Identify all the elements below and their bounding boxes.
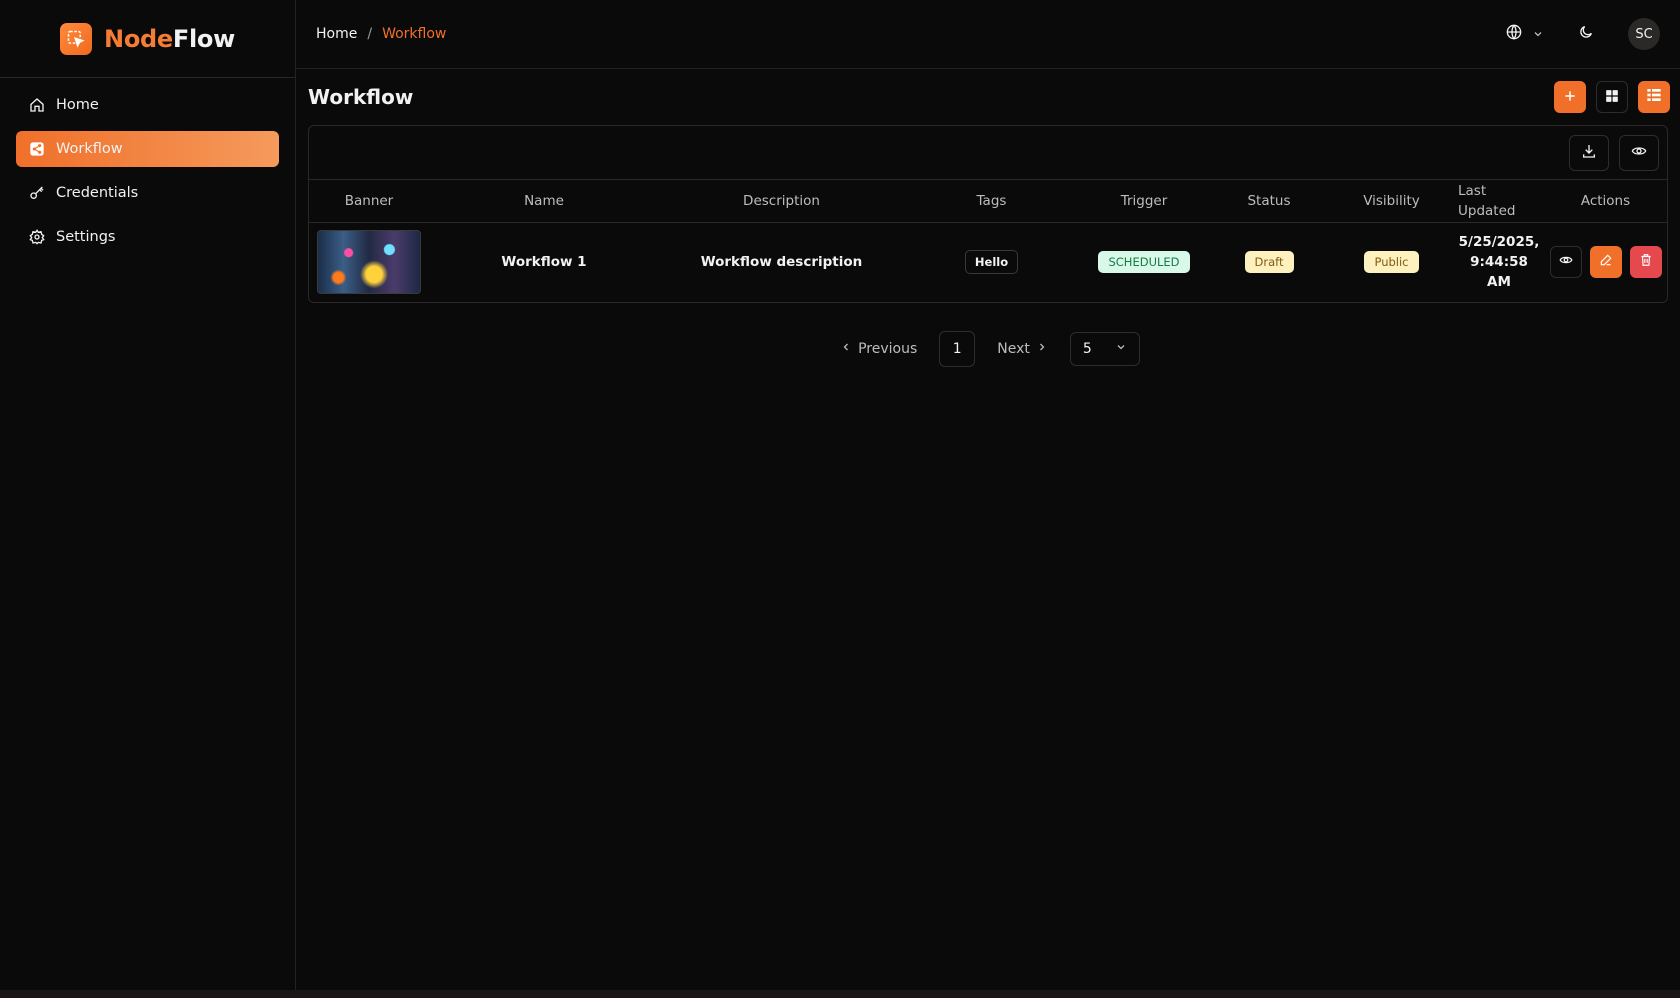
trigger-badge: SCHEDULED <box>1098 251 1190 274</box>
eye-icon <box>1558 253 1573 271</box>
visibility-badge: Public <box>1364 251 1419 274</box>
column-header-name[interactable]: Name <box>429 180 659 223</box>
breadcrumb-separator: / <box>367 26 373 42</box>
workflow-table-card: Banner Name Description Tags Trigger Sta… <box>308 125 1668 303</box>
sidebar-item-label: Settings <box>56 229 116 245</box>
download-icon <box>1581 143 1597 163</box>
list-icon <box>1646 87 1662 107</box>
trash-icon <box>1639 253 1653 271</box>
grid-view-button[interactable] <box>1596 81 1628 113</box>
visibility-cell: Public <box>1329 222 1454 302</box>
column-header-last-updated-line2: Updated <box>1458 202 1516 219</box>
list-view-button[interactable] <box>1638 81 1670 113</box>
column-header-last-updated-line1: Last <box>1458 182 1487 199</box>
edit-button[interactable] <box>1589 246 1622 279</box>
view-button[interactable] <box>1549 246 1582 279</box>
plus-icon <box>1563 88 1577 107</box>
tag-badge: Hello <box>964 250 1019 275</box>
sidebar-item-settings[interactable]: Settings <box>16 219 279 255</box>
pagination: Previous 1 Next 5 <box>308 331 1668 367</box>
nodeflow-logo-icon <box>60 22 93 55</box>
page-title: Workflow <box>308 85 414 109</box>
globe-icon <box>1506 24 1522 44</box>
next-label: Next <box>997 341 1030 357</box>
page-size-select[interactable]: 5 <box>1069 332 1140 366</box>
brand-name: NodeFlow <box>104 25 235 53</box>
table-row: Workflow 1 Workflow description Hello SC… <box>309 222 1667 302</box>
column-header-visibility[interactable]: Visibility <box>1329 180 1454 223</box>
workflow-description: Workflow description <box>700 254 863 271</box>
sidebar-item-label: Credentials <box>56 185 139 201</box>
page-actions <box>1554 81 1670 113</box>
eye-icon <box>1631 143 1647 163</box>
previous-label: Previous <box>858 341 918 357</box>
page-number-button[interactable]: 1 <box>939 331 976 367</box>
breadcrumb: Home / Workflow <box>316 26 446 42</box>
column-visibility-button[interactable] <box>1619 134 1659 171</box>
workflow-name: Workflow 1 <box>501 254 587 271</box>
column-header-status[interactable]: Status <box>1209 180 1329 223</box>
workflow-icon <box>28 140 46 158</box>
moon-icon[interactable] <box>1578 24 1594 44</box>
actions-cell <box>1544 222 1667 302</box>
export-button[interactable] <box>1569 134 1609 171</box>
next-page-button[interactable]: Next <box>993 341 1052 357</box>
edit-icon <box>1599 253 1613 271</box>
topbar-actions: SC <box>1506 18 1660 50</box>
page-size-value: 5 <box>1082 341 1092 357</box>
last-updated-time: 9:44:58 <box>1470 254 1528 271</box>
breadcrumb-current: Workflow <box>382 26 447 42</box>
chevron-right-icon <box>1036 341 1048 357</box>
brand-name-part2: Flow <box>172 24 235 53</box>
tags-cell: Hello <box>904 222 1079 302</box>
column-header-trigger[interactable]: Trigger <box>1079 180 1209 223</box>
column-header-tags[interactable]: Tags <box>904 180 1079 223</box>
key-icon <box>28 184 46 202</box>
topbar: Home / Workflow SC <box>296 0 1680 69</box>
status-badge: Draft <box>1244 251 1294 274</box>
workflow-banner-image <box>317 230 421 295</box>
column-header-description[interactable]: Description <box>659 180 904 223</box>
chevron-down-icon <box>1532 25 1544 44</box>
status-cell: Draft <box>1209 222 1329 302</box>
breadcrumb-home[interactable]: Home <box>316 26 357 42</box>
chevron-left-icon <box>840 341 852 357</box>
previous-page-button[interactable]: Previous <box>836 341 921 357</box>
last-updated-cell: 5/25/2025, 9:44:58 AM <box>1454 222 1544 302</box>
column-header-last-updated[interactable]: Last Updated <box>1454 180 1544 223</box>
language-selector[interactable] <box>1506 24 1544 44</box>
table-toolbar <box>309 126 1667 180</box>
banner-cell <box>309 222 429 302</box>
sidebar-item-home[interactable]: Home <box>16 87 279 123</box>
brand[interactable]: NodeFlow <box>0 0 295 78</box>
sidebar-item-label: Home <box>56 97 99 113</box>
page-header: Workflow <box>308 69 1670 125</box>
row-actions <box>1544 246 1667 279</box>
trigger-cell: SCHEDULED <box>1079 222 1209 302</box>
sidebar-item-label: Workflow <box>56 141 123 157</box>
sidebar: NodeFlow Home Workflow Credentials Setti… <box>0 0 296 990</box>
sidebar-nav: Home Workflow Credentials Settings <box>0 78 295 272</box>
avatar[interactable]: SC <box>1628 18 1660 50</box>
column-header-actions: Actions <box>1544 180 1667 223</box>
delete-button[interactable] <box>1629 246 1662 279</box>
chevron-down-icon <box>1115 341 1127 357</box>
last-updated-period: AM <box>1487 274 1511 291</box>
window-bottom-edge <box>0 990 1680 998</box>
sidebar-item-credentials[interactable]: Credentials <box>16 175 279 211</box>
grid-icon <box>1605 88 1619 107</box>
main-content: Workflow Banner Name Description Tags Tr… <box>308 69 1670 367</box>
gear-icon <box>28 228 46 246</box>
column-header-banner[interactable]: Banner <box>309 180 429 223</box>
workflow-table: Banner Name Description Tags Trigger Sta… <box>309 180 1667 302</box>
table-header-row: Banner Name Description Tags Trigger Sta… <box>309 180 1667 223</box>
last-updated-date: 5/25/2025, <box>1458 234 1540 251</box>
sidebar-item-workflow[interactable]: Workflow <box>16 131 279 167</box>
home-icon <box>28 96 46 114</box>
brand-name-part1: Node <box>104 24 173 53</box>
add-workflow-button[interactable] <box>1554 81 1586 113</box>
